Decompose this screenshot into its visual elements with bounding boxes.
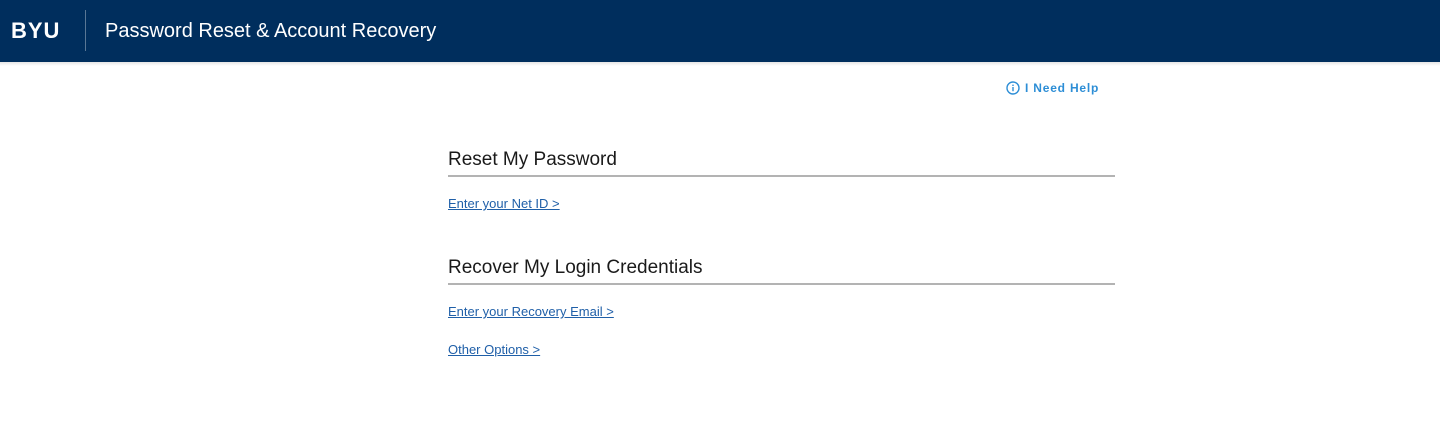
header-shadow bbox=[0, 62, 1440, 66]
main-content: Reset My Password Enter your Net ID > Re… bbox=[448, 146, 1115, 359]
recover-credentials-section: Recover My Login Credentials Enter your … bbox=[448, 254, 1115, 359]
recover-credentials-heading: Recover My Login Credentials bbox=[448, 254, 1115, 285]
page-title: Password Reset & Account Recovery bbox=[105, 20, 437, 42]
info-circle-icon bbox=[1006, 81, 1020, 95]
help-label: I Need Help bbox=[1025, 81, 1100, 95]
header-divider bbox=[85, 10, 86, 51]
enter-net-id-link[interactable]: Enter your Net ID > bbox=[448, 196, 560, 212]
reset-password-section: Reset My Password Enter your Net ID > bbox=[448, 146, 1115, 213]
byu-logo[interactable]: BYU bbox=[11, 17, 60, 45]
other-options-link[interactable]: Other Options > bbox=[448, 342, 540, 358]
enter-recovery-email-link[interactable]: Enter your Recovery Email > bbox=[448, 304, 614, 320]
reset-password-heading: Reset My Password bbox=[448, 146, 1115, 177]
top-header: BYU Password Reset & Account Recovery bbox=[0, 0, 1440, 62]
help-link[interactable]: I Need Help bbox=[1006, 81, 1099, 95]
